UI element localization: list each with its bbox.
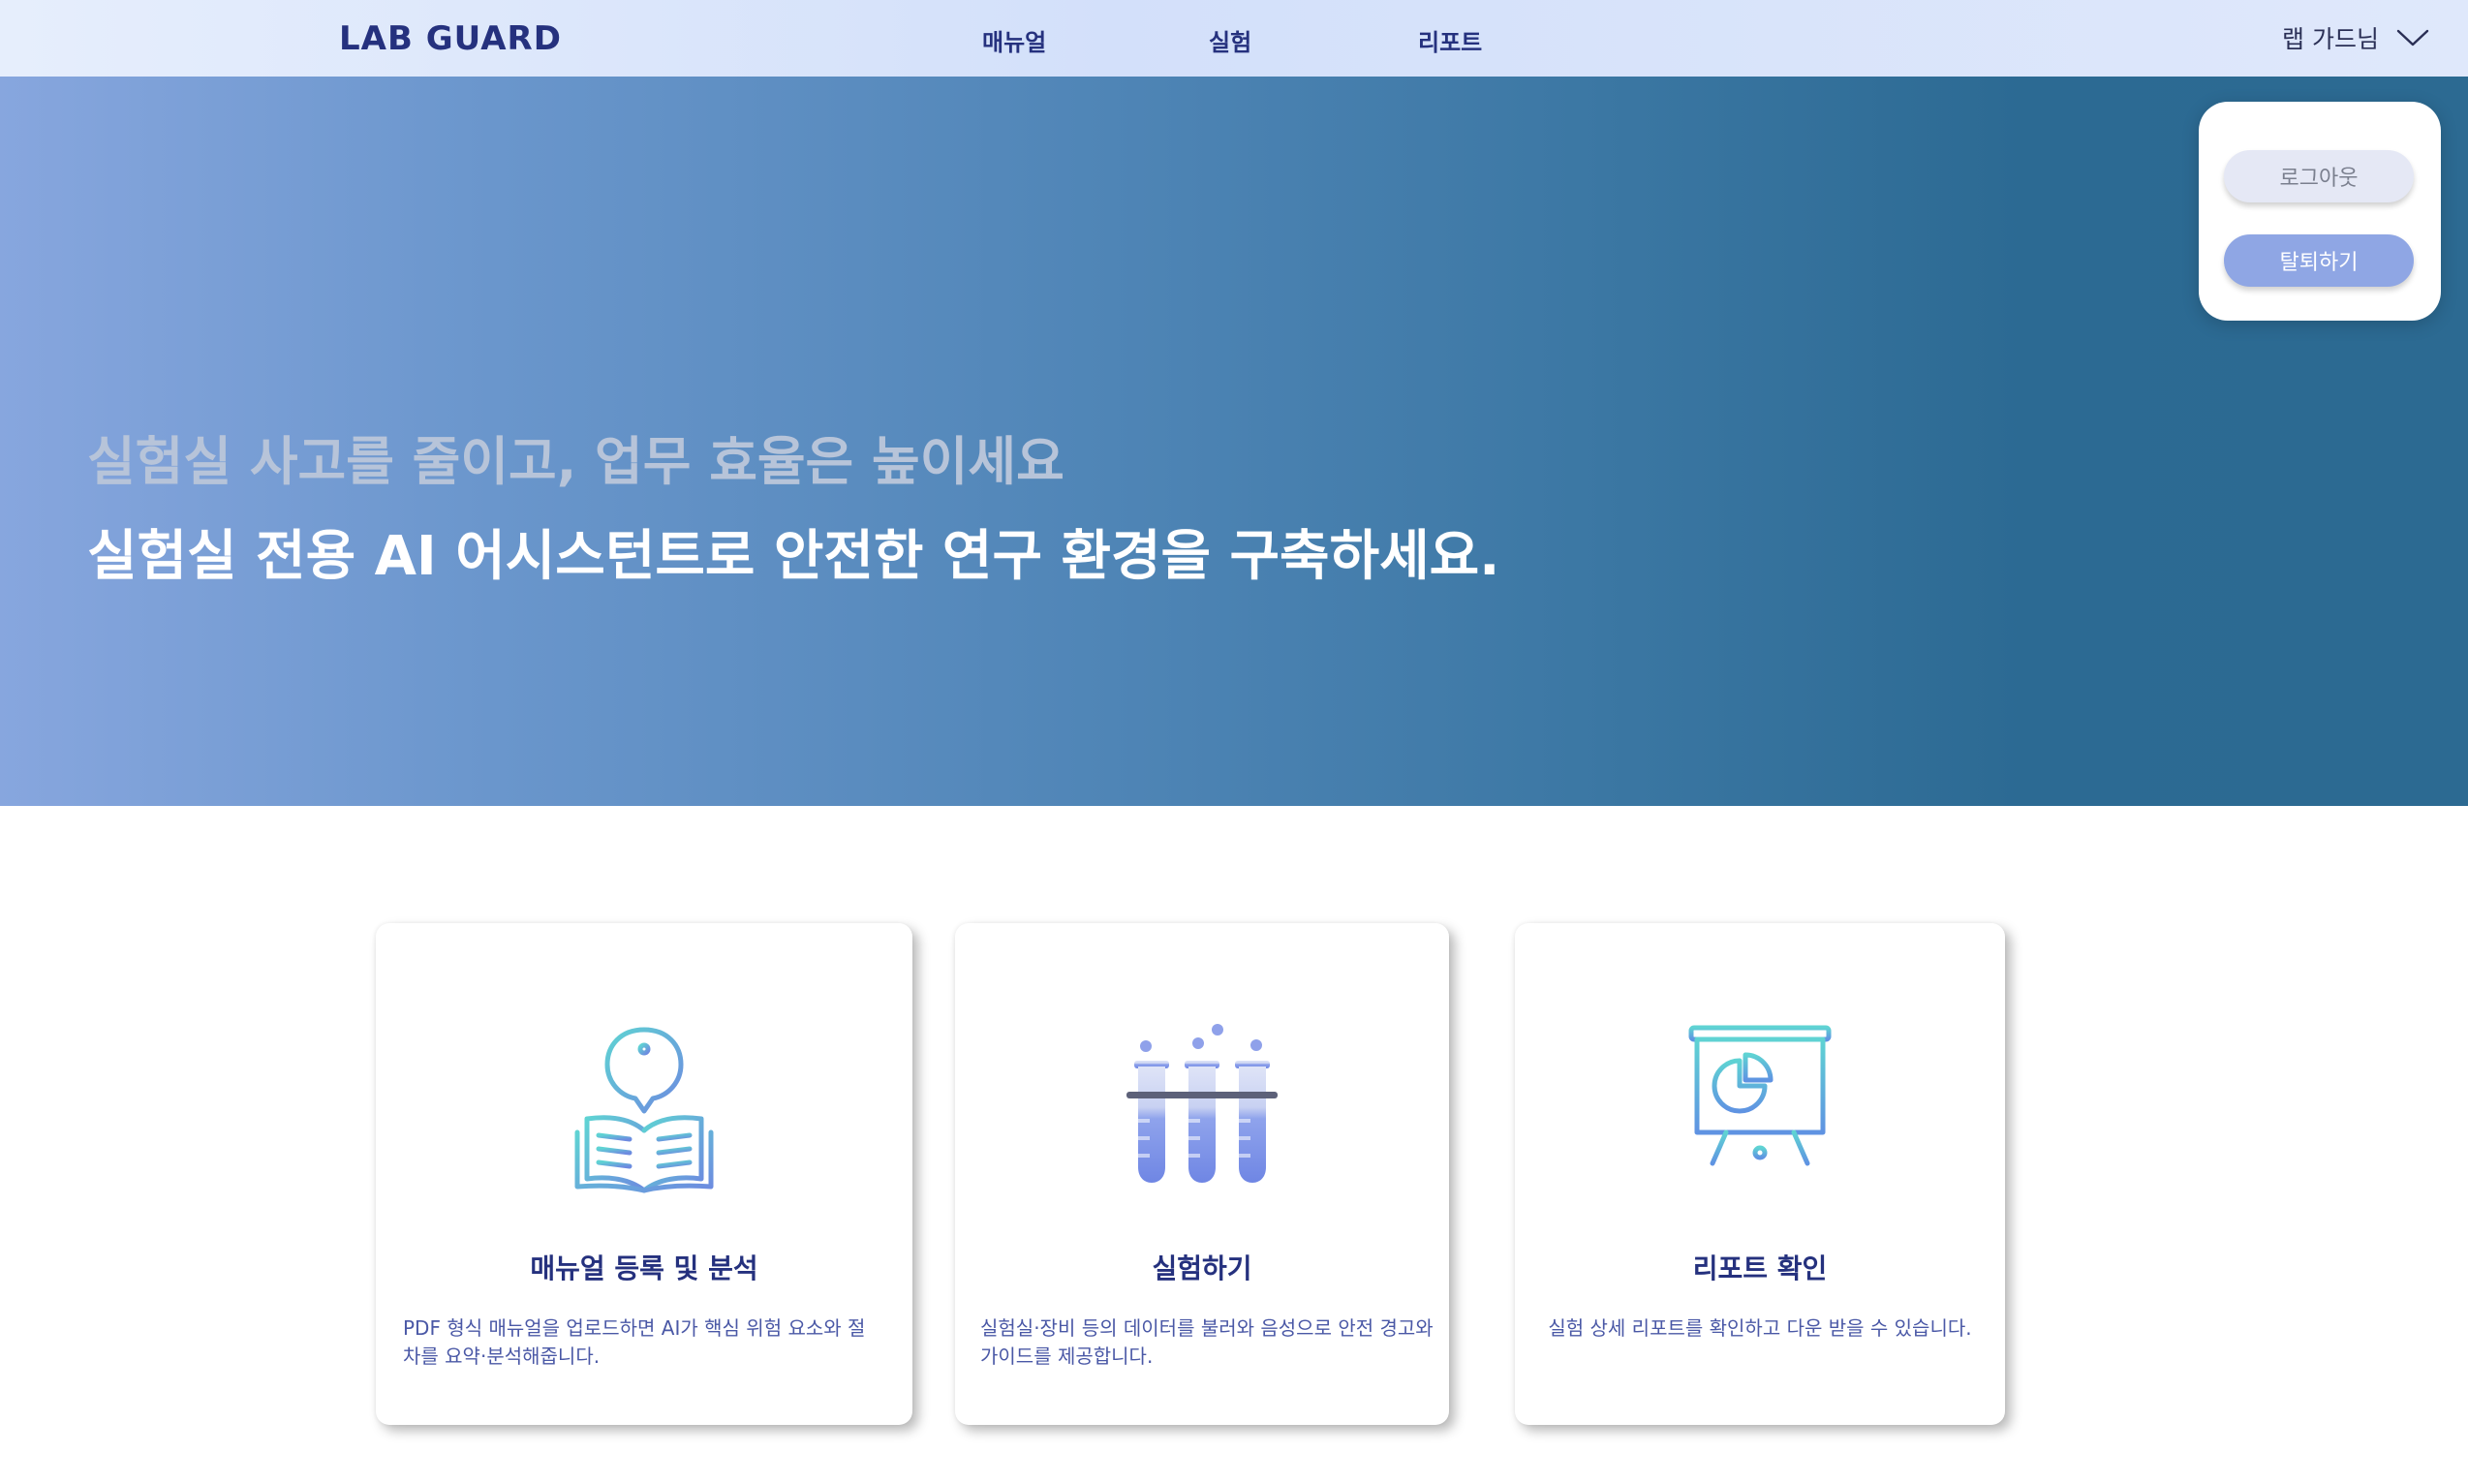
card-description: 실험실·장비 등의 데이터를 불러와 음성으로 안전 경고와 가이드를 제공합니… xyxy=(980,1314,1435,1371)
user-menu-toggle[interactable]: 랩 가드님 xyxy=(2282,21,2429,54)
withdraw-button[interactable]: 탈퇴하기 xyxy=(2224,234,2414,287)
presentation-chart-icon xyxy=(1688,1025,1832,1166)
card-title: 매뉴얼 등록 및 분석 xyxy=(530,1252,758,1284)
card-description-line: 실험 상세 리포트를 확인하고 다운 받을 수 있습니다. xyxy=(1548,1316,1972,1340)
hero-title: 실험실 전용 AI 어시스턴트로 안전한 연구 환경을 구축하세요. xyxy=(87,525,1500,588)
hero-banner: 실험실 사고를 줄이고, 업무 효율은 높이세요 실험실 전용 AI 어시스턴트… xyxy=(0,77,2468,806)
user-name: 랩 가드님 xyxy=(2282,25,2379,53)
card-description-line: 실험실·장비 등의 데이터를 불러와 음성으로 안전 경고와 xyxy=(980,1316,1434,1340)
manual-book-icon xyxy=(574,1027,714,1193)
chevron-down-icon[interactable] xyxy=(2396,28,2429,47)
card-description: 실험 상세 리포트를 확인하고 다운 받을 수 있습니다. xyxy=(1532,1314,1988,1343)
user-dropdown-menu: 로그아웃 탈퇴하기 xyxy=(2199,102,2441,321)
card-description: PDF 형식 매뉴얼을 업로드하면 AI가 핵심 위험 요소와 절 차를 요약·… xyxy=(403,1314,887,1371)
test-tubes-icon xyxy=(1126,1024,1278,1183)
card-title: 실험하기 xyxy=(1152,1252,1252,1284)
card-description-line: 차를 요약·분석해줍니다. xyxy=(403,1345,601,1368)
logo[interactable]: LAB GUARD xyxy=(339,19,562,58)
card-experiment[interactable]: 실험하기 실험실·장비 등의 데이터를 불러와 음성으로 안전 경고와 가이드를… xyxy=(955,923,1449,1425)
card-description-line: 가이드를 제공합니다. xyxy=(980,1345,1154,1368)
nav-item-manual[interactable]: 매뉴얼 xyxy=(982,23,1046,57)
hero-subtitle: 실험실 사고를 줄이고, 업무 효율은 높이세요 xyxy=(87,431,1064,492)
card-manual[interactable]: 매뉴얼 등록 및 분석 PDF 형식 매뉴얼을 업로드하면 AI가 핵심 위험 … xyxy=(376,923,912,1425)
card-report[interactable]: 리포트 확인 실험 상세 리포트를 확인하고 다운 받을 수 있습니다. xyxy=(1515,923,2005,1425)
nav-item-report[interactable]: 리포트 xyxy=(1418,23,1482,57)
top-navigation-bar: LAB GUARD 매뉴얼 실험 리포트 랩 가드님 xyxy=(0,0,2468,77)
card-title: 리포트 확인 xyxy=(1692,1252,1828,1284)
nav-item-experiment[interactable]: 실험 xyxy=(1209,23,1251,57)
logout-button[interactable]: 로그아웃 xyxy=(2224,150,2414,202)
card-description-line: PDF 형식 매뉴얼을 업로드하면 AI가 핵심 위험 요소와 절 xyxy=(403,1316,866,1340)
